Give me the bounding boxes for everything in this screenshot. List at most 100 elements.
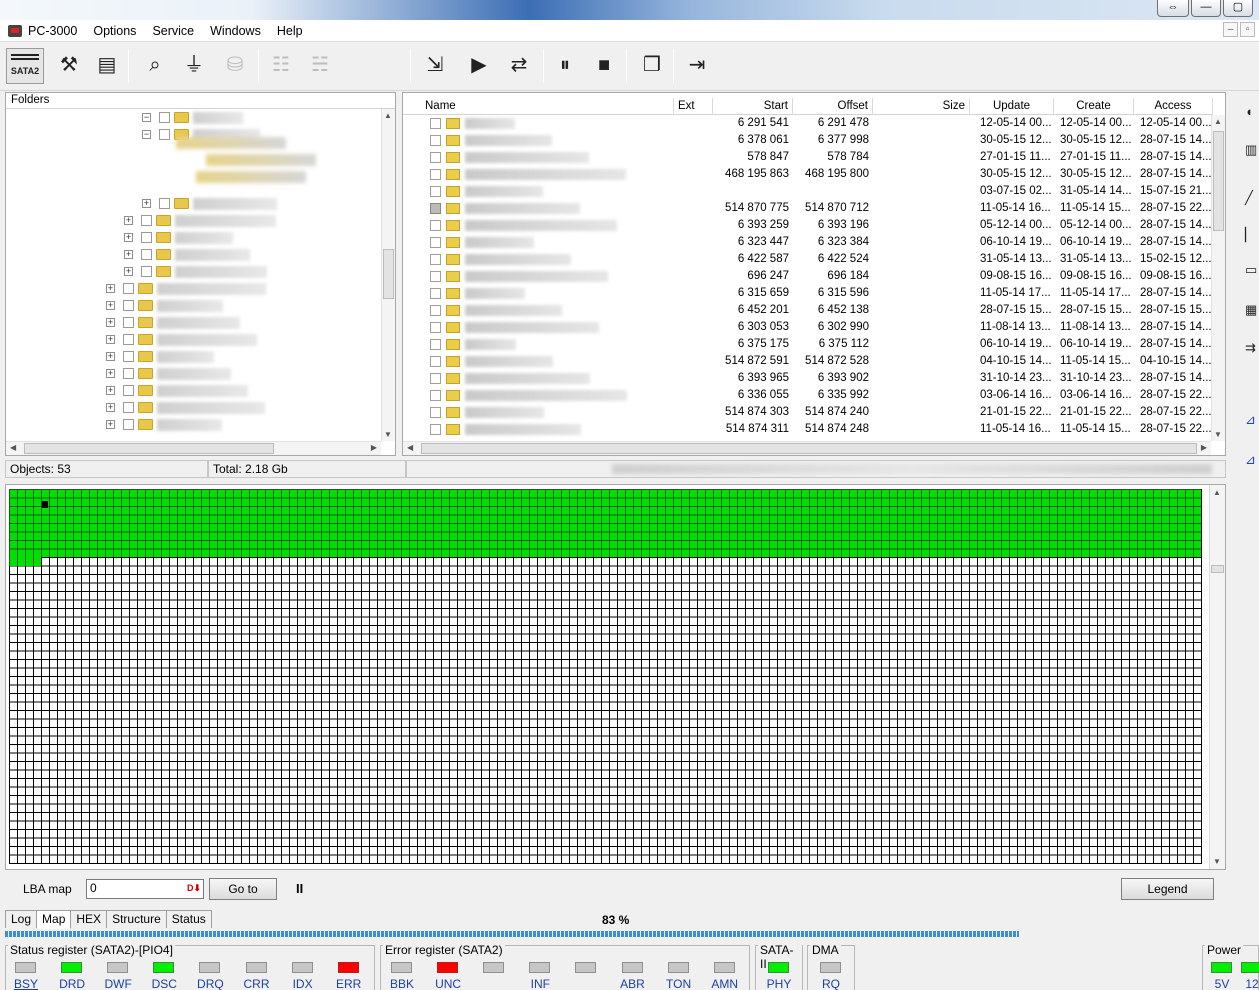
tree-checkbox[interactable] bbox=[123, 351, 134, 362]
files-horizontal-scrollbar[interactable]: ◀ ▶ bbox=[403, 441, 1211, 455]
file-checkbox[interactable] bbox=[430, 407, 441, 418]
file-row[interactable]: 6 422 587 6 422 524 31-05-14 13... 31-05-14… bbox=[403, 251, 1213, 268]
file-row[interactable]: 6 291 541 6 291 478 12-05-14 00... 12-05-14… bbox=[403, 115, 1213, 132]
tree-checkbox[interactable] bbox=[141, 232, 152, 243]
file-row[interactable]: 6 323 447 6 323 384 06-10-14 19... 06-10-14… bbox=[403, 234, 1213, 251]
tree-checkbox[interactable] bbox=[123, 283, 134, 294]
scroll-icon[interactable]: ▤ bbox=[90, 48, 124, 84]
expand-icon[interactable]: + bbox=[124, 250, 133, 259]
tree-node[interactable]: + bbox=[124, 246, 250, 263]
file-row[interactable]: 6 452 201 6 452 138 28-07-15 15... 28-07-15… bbox=[403, 302, 1213, 319]
collapse-icon[interactable]: − bbox=[142, 113, 151, 122]
menu-help[interactable]: Help bbox=[277, 24, 303, 38]
side-icon-4[interactable]: ▏ bbox=[1245, 227, 1255, 243]
folders-vertical-scrollbar[interactable]: ▲ ▼ bbox=[381, 109, 395, 441]
file-checkbox[interactable] bbox=[430, 271, 441, 282]
tree-checkbox[interactable] bbox=[123, 402, 134, 413]
file-checkbox[interactable] bbox=[430, 288, 441, 299]
side-icon-3[interactable]: ╱ bbox=[1245, 190, 1253, 206]
tree-checkbox[interactable] bbox=[123, 368, 134, 379]
column-offset[interactable]: Offset bbox=[793, 98, 873, 115]
tree-node[interactable]: + bbox=[106, 382, 248, 399]
map-pause-button[interactable]: II bbox=[296, 881, 303, 896]
file-checkbox[interactable] bbox=[430, 373, 441, 384]
test-icon[interactable]: ⏚ bbox=[177, 48, 211, 84]
expand-icon[interactable]: + bbox=[106, 386, 115, 395]
restore-size-icon[interactable]: ⇔ bbox=[1157, 0, 1189, 17]
file-checkbox[interactable] bbox=[430, 220, 441, 231]
maximize-button[interactable]: ▢ bbox=[1223, 0, 1253, 17]
tree-checkbox[interactable] bbox=[123, 317, 134, 328]
legend-button[interactable]: Legend bbox=[1121, 878, 1214, 900]
side-icon-8[interactable]: ⊿ bbox=[1245, 412, 1256, 428]
file-checkbox[interactable] bbox=[430, 390, 441, 401]
tree-checkbox[interactable] bbox=[123, 334, 134, 345]
expand-icon[interactable]: + bbox=[106, 284, 115, 293]
file-checkbox[interactable] bbox=[430, 322, 441, 333]
expand-icon[interactable]: + bbox=[142, 199, 151, 208]
menu-options[interactable]: Options bbox=[93, 24, 136, 38]
child-minimize-button[interactable]: – bbox=[1223, 22, 1238, 37]
file-checkbox[interactable] bbox=[430, 135, 441, 146]
file-row[interactable]: 514 870 775 514 870 712 11-05-14 16... 11-0… bbox=[403, 200, 1213, 217]
expand-icon[interactable]: + bbox=[106, 335, 115, 344]
expand-icon[interactable]: + bbox=[106, 352, 115, 361]
file-row[interactable]: 6 375 175 6 375 112 06-10-14 19... 06-10-14… bbox=[403, 336, 1213, 353]
file-row[interactable]: 6 303 053 6 302 990 11-08-14 13... 11-08-14… bbox=[403, 319, 1213, 336]
menu-windows[interactable]: Windows bbox=[210, 24, 261, 38]
export-icon[interactable]: ⇲ bbox=[418, 48, 452, 84]
file-checkbox[interactable] bbox=[430, 305, 441, 316]
sata-interface-button[interactable]: SATA2 bbox=[6, 48, 44, 84]
tab-map[interactable]: Map bbox=[36, 910, 72, 929]
tree-node[interactable]: + bbox=[106, 297, 223, 314]
tree-checkbox[interactable] bbox=[159, 112, 170, 123]
map-vertical-scrollbar[interactable]: ▲ ▼ bbox=[1209, 485, 1225, 869]
side-icon-6[interactable]: ▦ bbox=[1245, 302, 1257, 318]
tree-checkbox[interactable] bbox=[123, 300, 134, 311]
column-create[interactable]: Create bbox=[1054, 98, 1134, 115]
tree-node[interactable]: + bbox=[124, 229, 233, 246]
expand-icon[interactable]: + bbox=[106, 318, 115, 327]
expand-icon[interactable]: + bbox=[124, 216, 133, 225]
tree-checkbox[interactable] bbox=[141, 215, 152, 226]
file-row[interactable]: 6 378 061 6 377 998 30-05-15 12... 30-05-15… bbox=[403, 132, 1213, 149]
column-name[interactable]: Name bbox=[421, 98, 674, 115]
tree-checkbox[interactable] bbox=[123, 385, 134, 396]
side-icon-2[interactable]: ▥ bbox=[1245, 142, 1257, 158]
database-icon[interactable]: ⛁ bbox=[218, 48, 252, 84]
file-row[interactable]: 514 874 311 514 874 248 11-05-14 16... 11-0… bbox=[403, 421, 1213, 438]
minimize-button[interactable]: — bbox=[1191, 0, 1221, 17]
tree-node[interactable]: + bbox=[142, 195, 277, 212]
tree-checkbox[interactable] bbox=[141, 249, 152, 260]
tree-node[interactable]: + bbox=[106, 399, 265, 416]
file-row[interactable]: 468 195 863 468 195 800 30-05-15 12... 30-0… bbox=[403, 166, 1213, 183]
column-start[interactable]: Start bbox=[713, 98, 793, 115]
file-checkbox[interactable] bbox=[430, 186, 441, 197]
file-checkbox[interactable] bbox=[430, 203, 441, 214]
step-icon[interactable]: ⇄ bbox=[502, 48, 536, 84]
tree-node[interactable]: + bbox=[106, 314, 240, 331]
tab-log[interactable]: Log bbox=[5, 910, 38, 928]
exit-icon[interactable]: ⇥ bbox=[680, 48, 714, 84]
tree-node[interactable]: + bbox=[106, 331, 257, 348]
dropdown-icon[interactable]: D⬇ bbox=[187, 883, 201, 894]
tree-checkbox[interactable] bbox=[141, 266, 152, 277]
file-row[interactable]: 6 393 965 6 393 902 31-10-14 23... 31-10-14… bbox=[403, 370, 1213, 387]
child-restore-button[interactable]: ▫ bbox=[1240, 22, 1255, 37]
tab-status[interactable]: Status bbox=[165, 910, 212, 928]
side-icon-7[interactable]: ⇉ bbox=[1245, 340, 1256, 356]
side-icon-9[interactable]: ⊿ bbox=[1245, 452, 1256, 468]
side-icon-5[interactable]: ▭ bbox=[1245, 262, 1257, 278]
tools-icon[interactable]: ⚒ bbox=[52, 48, 86, 84]
expand-icon[interactable]: + bbox=[106, 420, 115, 429]
folders-horizontal-scrollbar[interactable]: ◀ ▶ bbox=[6, 441, 381, 455]
tree-checkbox[interactable] bbox=[123, 419, 134, 430]
file-row[interactable]: 6 336 055 6 335 992 03-06-14 16... 03-06-14… bbox=[403, 387, 1213, 404]
tree-node[interactable]: + bbox=[106, 416, 222, 433]
tab-hex[interactable]: HEX bbox=[70, 910, 108, 928]
side-icon-1[interactable]: ◖ bbox=[1245, 104, 1253, 119]
lba-input[interactable]: 0 D⬇ bbox=[86, 879, 204, 899]
tree-checkbox[interactable] bbox=[159, 129, 170, 140]
collapse-icon[interactable]: − bbox=[142, 130, 151, 139]
file-checkbox[interactable] bbox=[430, 339, 441, 350]
